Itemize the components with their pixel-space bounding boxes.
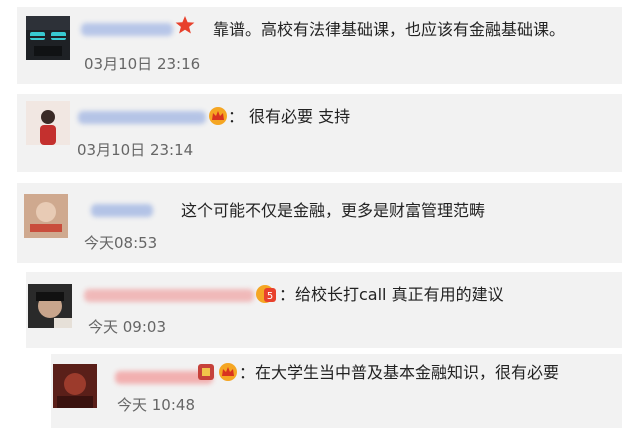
comment-text: 这个可能不仅是金融，更多是财富管理范畴 [181, 201, 486, 220]
avatar[interactable] [26, 101, 70, 145]
level-badge-icon: 5 [255, 284, 277, 304]
comment-timestamp: 03月10日 23:16 [84, 55, 201, 73]
star-icon [175, 15, 195, 35]
comment-card: 这个可能不仅是金融，更多是财富管理范畴 今天08:53 [17, 183, 622, 263]
comment-card: 5 ：给校长打call 真正有用的建议 今天 09:03 [26, 272, 622, 348]
level-badge-icon [197, 362, 215, 382]
avatar[interactable] [24, 194, 68, 238]
comment-timestamp: 今天 09:03 [88, 318, 166, 336]
comment-timestamp: 03月10日 23:14 [77, 141, 194, 159]
comment-card: ： 很有必要 支持 03月10日 23:14 [17, 94, 622, 172]
username-blurred[interactable] [81, 23, 173, 36]
comment-thread: 靠谱。高校有法律基础课，也应该有金融基础课。 03月10日 23:16 ： 很有… [0, 0, 629, 428]
username-blurred[interactable] [84, 289, 254, 302]
comment-card: ：在大学生当中普及基本金融知识，很有必要 今天 10:48 [51, 354, 622, 428]
comment-text: 靠谱。高校有法律基础课，也应该有金融基础课。 [213, 20, 566, 39]
svg-text:5: 5 [267, 291, 273, 302]
username-blurred[interactable] [91, 204, 153, 217]
avatar[interactable] [28, 284, 72, 328]
username-blurred[interactable] [78, 111, 206, 124]
comment-text: ：给校长打call 真正有用的建议 [279, 285, 504, 304]
comment-prefix: ： [228, 107, 245, 126]
comment-card: 靠谱。高校有法律基础课，也应该有金融基础课。 03月10日 23:16 [17, 7, 622, 84]
crown-icon [208, 106, 228, 126]
crown-icon [218, 362, 238, 382]
avatar[interactable] [53, 364, 97, 408]
comment-text: ：在大学生当中普及基本金融知识，很有必要 [239, 363, 560, 382]
comment-timestamp: 今天08:53 [84, 234, 158, 252]
comment-timestamp: 今天 10:48 [117, 396, 195, 414]
avatar[interactable] [26, 16, 70, 60]
comment-text: 很有必要 支持 [249, 107, 351, 126]
